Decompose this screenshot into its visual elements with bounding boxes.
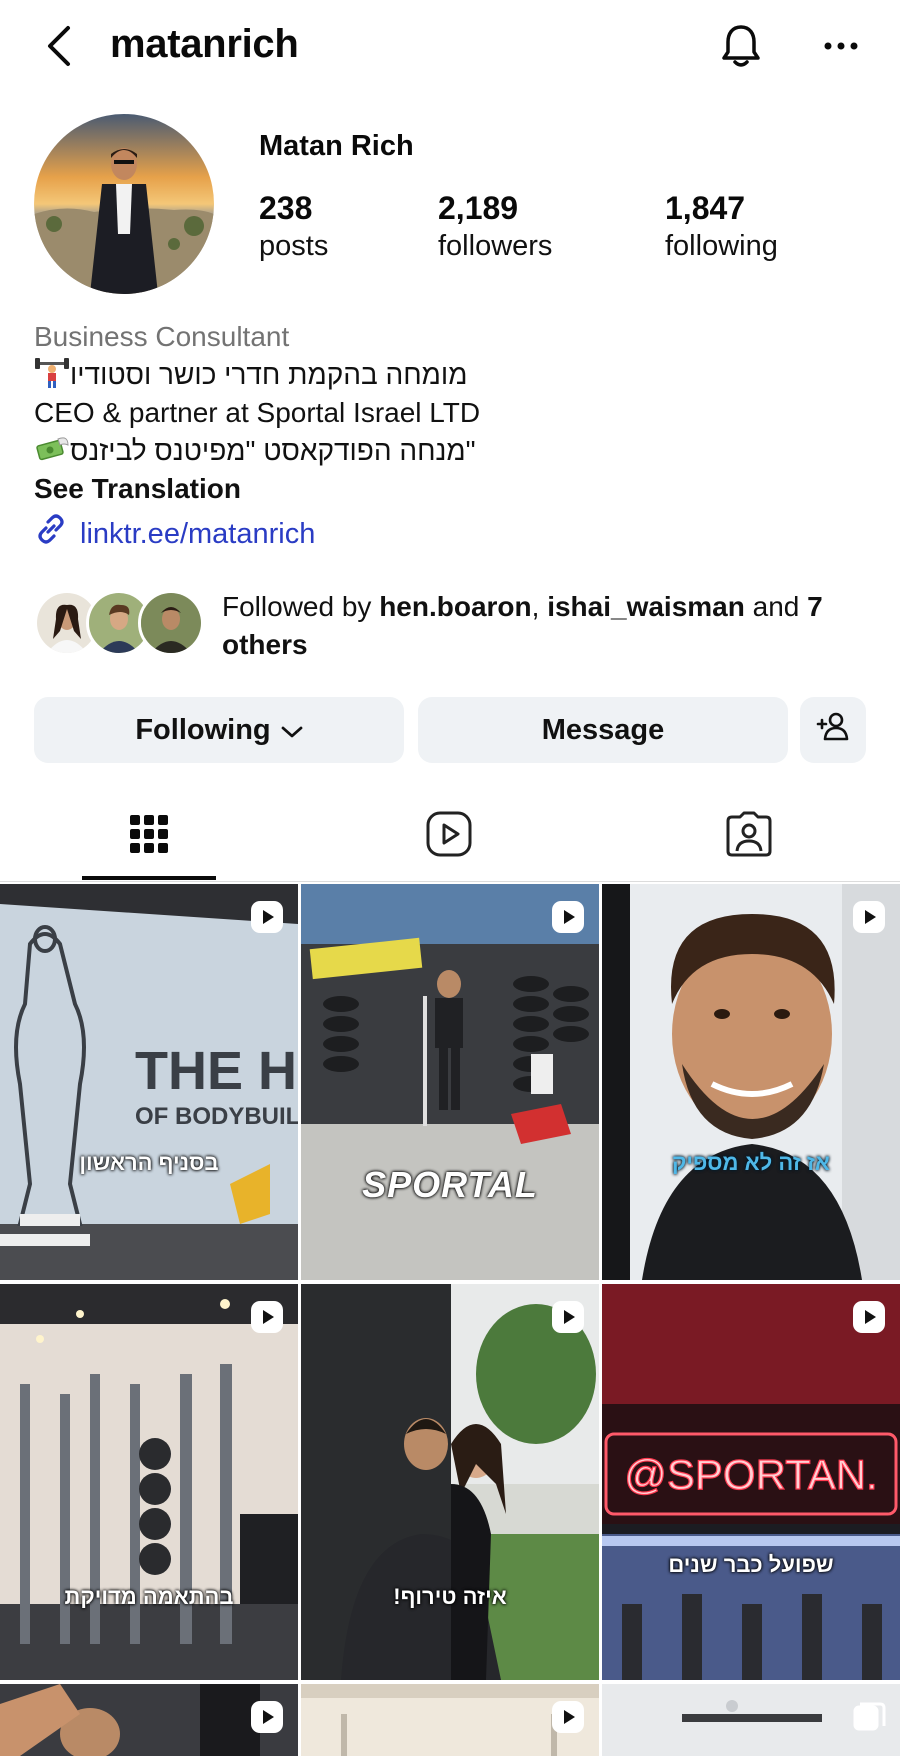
grid-post-9[interactable] bbox=[602, 1684, 900, 1756]
link-icon bbox=[34, 512, 68, 556]
stat-followers[interactable]: 2,189 followers bbox=[438, 188, 552, 264]
bio-line-1: מומחה בהקמת חדרי כושר וסטודיו bbox=[34, 356, 874, 394]
following-button-label: Following bbox=[135, 713, 271, 746]
tab-tagged[interactable] bbox=[682, 790, 816, 882]
grid-post-4[interactable]: בהתאמה מדויקת bbox=[0, 1284, 298, 1680]
profile-link-text[interactable]: linktr.ee/matanrich bbox=[80, 515, 315, 553]
bio-line-3: מנחה הפודקאסט "מפיטנס לביזנס" bbox=[34, 432, 874, 470]
tile-caption: אז זה לא מספיק bbox=[672, 1150, 830, 1175]
chevron-down-icon bbox=[281, 714, 303, 747]
bio-line-2: CEO & partner at Sportal Israel LTD bbox=[34, 397, 481, 428]
tile-caption: בסניף הראשון bbox=[79, 1150, 219, 1175]
grid-post-5[interactable]: איזה טירוף! bbox=[301, 1284, 599, 1680]
message-button[interactable]: Message bbox=[418, 697, 788, 763]
profile-bio: Business Consultant מומחה בהקמת חדרי כוש… bbox=[34, 318, 874, 556]
tab-posts-grid[interactable] bbox=[82, 790, 216, 882]
reel-badge-icon bbox=[852, 900, 886, 934]
add-person-icon bbox=[816, 711, 850, 749]
followed-by-prefix: Followed by bbox=[222, 591, 380, 622]
stat-following[interactable]: 1,847 following bbox=[665, 188, 778, 264]
profile-header: matanrich bbox=[0, 0, 900, 96]
tile-caption: איזה טירוף! bbox=[393, 1584, 507, 1609]
followed-by-and: and bbox=[744, 591, 808, 622]
tagged-icon bbox=[726, 811, 772, 862]
suggest-people-button[interactable] bbox=[800, 697, 866, 763]
back-icon[interactable] bbox=[40, 24, 80, 68]
stat-posts[interactable]: 238 posts bbox=[259, 188, 328, 264]
mutual-name-1[interactable]: hen.boaron bbox=[379, 591, 531, 622]
grid-post-3[interactable]: אז זה לא מספיק bbox=[602, 884, 900, 1280]
followed-by-separator: , bbox=[531, 591, 548, 622]
stat-followers-value: 2,189 bbox=[438, 190, 519, 226]
profile-avatar[interactable] bbox=[34, 114, 214, 294]
reel-badge-icon bbox=[852, 1300, 886, 1334]
reel-badge-icon bbox=[250, 1700, 284, 1734]
see-translation-link[interactable]: See Translation bbox=[34, 470, 874, 508]
mutual-avatars bbox=[34, 588, 209, 658]
reel-badge-icon bbox=[551, 1700, 585, 1734]
active-tab-indicator bbox=[82, 876, 216, 880]
stat-following-label: following bbox=[665, 230, 778, 262]
mutual-name-2[interactable]: ishai_waisman bbox=[547, 591, 745, 622]
tile-1-wall-text: THE HOME bbox=[135, 1041, 298, 1101]
bio-line-1-text: מומחה בהקמת חדרי כושר וסטודיו bbox=[70, 359, 468, 390]
more-options-icon[interactable] bbox=[816, 24, 866, 68]
tile-caption: בהתאמה מדויקת bbox=[64, 1584, 234, 1609]
grid-post-1[interactable]: THE HOME OF BODYBUILDING בסניף הראשון bbox=[0, 884, 298, 1280]
tab-reels[interactable] bbox=[382, 790, 516, 882]
tile-caption: SPORTAL bbox=[362, 1164, 538, 1205]
tile-1-wall-subtext: OF BODYBUILDING bbox=[135, 1103, 298, 1130]
grid-post-8[interactable] bbox=[301, 1684, 599, 1756]
mutual-avatar-3 bbox=[138, 590, 204, 656]
stat-posts-value: 238 bbox=[259, 190, 313, 226]
bell-icon[interactable] bbox=[716, 20, 766, 72]
tile-6-neon-text: @SPORTAN. bbox=[624, 1451, 877, 1498]
grid-icon bbox=[129, 814, 169, 859]
grid-post-2[interactable]: SPORTAL bbox=[301, 884, 599, 1280]
weightlifter-emoji-icon bbox=[34, 357, 70, 389]
reel-badge-icon bbox=[551, 900, 585, 934]
reel-badge-icon bbox=[250, 1300, 284, 1334]
grid-post-6[interactable]: @SPORTAN. שפועל כבר שנים bbox=[602, 1284, 900, 1680]
stat-posts-label: posts bbox=[259, 230, 329, 262]
following-button[interactable]: Following bbox=[34, 697, 404, 763]
profile-link[interactable]: linktr.ee/matanrich bbox=[34, 512, 874, 556]
money-wings-emoji-icon bbox=[34, 433, 70, 465]
stat-following-value: 1,847 bbox=[665, 190, 746, 226]
profile-tabs bbox=[0, 790, 900, 882]
stat-followers-label: followers bbox=[438, 230, 553, 262]
profile-username: matanrich bbox=[110, 22, 299, 66]
followed-by-text[interactable]: Followed by hen.boaron, ishai_waisman an… bbox=[222, 588, 882, 664]
profile-display-name: Matan Rich bbox=[259, 130, 414, 162]
reels-icon bbox=[426, 811, 472, 862]
reel-badge-icon bbox=[250, 900, 284, 934]
bio-line-3-text: מנחה הפודקאסט "מפיטנס לביזנס" bbox=[70, 435, 476, 466]
grid-post-7[interactable] bbox=[0, 1684, 298, 1756]
carousel-badge-icon bbox=[852, 1700, 886, 1734]
followed-by-section[interactable]: Followed by hen.boaron, ishai_waisman an… bbox=[34, 588, 874, 664]
tile-caption: שפועל כבר שנים bbox=[668, 1552, 834, 1577]
profile-category: Business Consultant bbox=[34, 321, 290, 352]
reel-badge-icon bbox=[551, 1300, 585, 1334]
